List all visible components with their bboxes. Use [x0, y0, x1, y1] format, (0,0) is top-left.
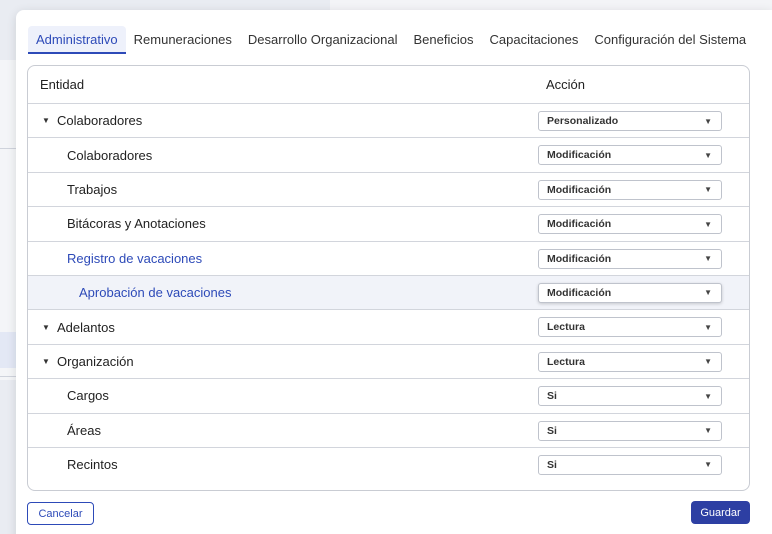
entity-column-header: Entidad	[40, 77, 85, 92]
action-select[interactable]: Modificación ▼	[538, 282, 722, 303]
action-select-value: Lectura	[547, 355, 585, 368]
table-row[interactable]: ▼ Colaboradores Personalizado ▼	[28, 103, 749, 137]
entity-name: Colaboradores	[67, 147, 153, 163]
table-row[interactable]: Registro de vacaciones Modificación ▼	[28, 240, 749, 275]
action-select-value: Si	[547, 390, 557, 403]
action-select[interactable]: Modificación ▼	[538, 214, 722, 235]
table-row[interactable]: ▼ Organización Lectura ▼	[28, 343, 749, 378]
table-row[interactable]: Bitácoras y Anotaciones Modificación ▼	[28, 206, 749, 240]
tab-remuneraciones[interactable]: Remuneraciones	[126, 26, 240, 54]
entity-name: Aprobación de vacaciones	[79, 285, 232, 301]
chevron-down-icon: ▼	[704, 254, 712, 264]
action-select[interactable]: Lectura ▼	[538, 351, 722, 372]
entity-name: Registro de vacaciones	[67, 250, 203, 266]
save-button[interactable]: Guardar	[691, 501, 750, 524]
action-select-value: Personalizado	[547, 115, 619, 127]
action-select-value: Lectura	[547, 321, 585, 334]
entity-name: Organización	[57, 353, 134, 369]
chevron-down-icon: ▼	[704, 116, 712, 126]
module-tabs: Administrativo Remuneraciones Desarrollo…	[28, 26, 754, 54]
tab-desarrollo-organizacional[interactable]: Desarrollo Organizacional	[240, 26, 406, 54]
action-column-header: Acción	[546, 77, 586, 92]
action-select-value: Modificación	[547, 149, 612, 162]
action-select-value: Si	[547, 458, 557, 471]
chevron-down-icon: ▼	[704, 460, 712, 470]
action-select[interactable]: Modificación ▼	[538, 145, 722, 166]
chevron-down-icon: ▼	[704, 150, 712, 160]
action-select-value: Modificación	[547, 218, 612, 231]
caret-down-icon[interactable]: ▼	[42, 357, 50, 366]
action-select-value: Modificación	[547, 252, 612, 265]
table-row[interactable]: Recintos Si ▼	[28, 446, 749, 481]
tab-capacitaciones[interactable]: Capacitaciones	[481, 26, 586, 54]
action-select-value: Si	[547, 424, 557, 437]
permissions-table: Entidad Acción ▼ Colaboradores Personaliz…	[27, 65, 750, 491]
chevron-down-icon: ▼	[704, 426, 712, 436]
entity-name: Bitácoras y Anotaciones	[67, 216, 206, 232]
action-select[interactable]: Si ▼	[538, 420, 722, 441]
table-row[interactable]: Áreas Si ▼	[28, 412, 749, 447]
chevron-down-icon: ▼	[704, 219, 712, 229]
action-select[interactable]: Modificación ▼	[538, 248, 722, 269]
chevron-down-icon: ▼	[704, 185, 712, 195]
entity-name: Áreas	[67, 422, 101, 438]
action-select[interactable]: Si ▼	[538, 454, 722, 475]
table-row[interactable]: Cargos Si ▼	[28, 378, 749, 412]
chevron-down-icon: ▼	[704, 322, 712, 332]
entity-name: Colaboradores	[57, 113, 143, 129]
chevron-down-icon: ▼	[704, 357, 712, 367]
tab-beneficios[interactable]: Beneficios	[406, 26, 482, 54]
table-row[interactable]: ▼ Adelantos Lectura ▼	[28, 309, 749, 343]
entity-name: Recintos	[67, 457, 118, 473]
entity-name: Trabajos	[67, 181, 118, 197]
entity-name: Cargos	[67, 388, 109, 404]
cancel-button[interactable]: Cancelar	[27, 502, 94, 525]
caret-down-icon[interactable]: ▼	[42, 116, 50, 125]
action-select-value: Modificación	[547, 183, 612, 196]
tab-administrativo[interactable]: Administrativo	[28, 26, 126, 54]
entity-name: Adelantos	[57, 319, 115, 335]
action-select[interactable]: Personalizado ▼	[538, 111, 722, 131]
action-select[interactable]: Modificación ▼	[538, 179, 722, 200]
chevron-down-icon: ▼	[704, 391, 712, 401]
tab-configuracion-del-sistema[interactable]: Configuración del Sistema	[586, 26, 754, 54]
table-row[interactable]: Colaboradores Modificación ▼	[28, 137, 749, 171]
action-select[interactable]: Si ▼	[538, 386, 722, 407]
action-select[interactable]: Lectura ▼	[538, 317, 722, 338]
chevron-down-icon: ▼	[704, 288, 712, 298]
caret-down-icon[interactable]: ▼	[42, 323, 50, 332]
table-row[interactable]: Trabajos Modificación ▼	[28, 171, 749, 206]
table-row-selected[interactable]: Aprobación de vacaciones Modificación ▼	[28, 274, 749, 310]
table-header: Entidad Acción	[28, 66, 749, 103]
action-select-value: Modificación	[547, 286, 612, 299]
permissions-dialog: Administrativo Remuneraciones Desarrollo…	[16, 10, 772, 534]
